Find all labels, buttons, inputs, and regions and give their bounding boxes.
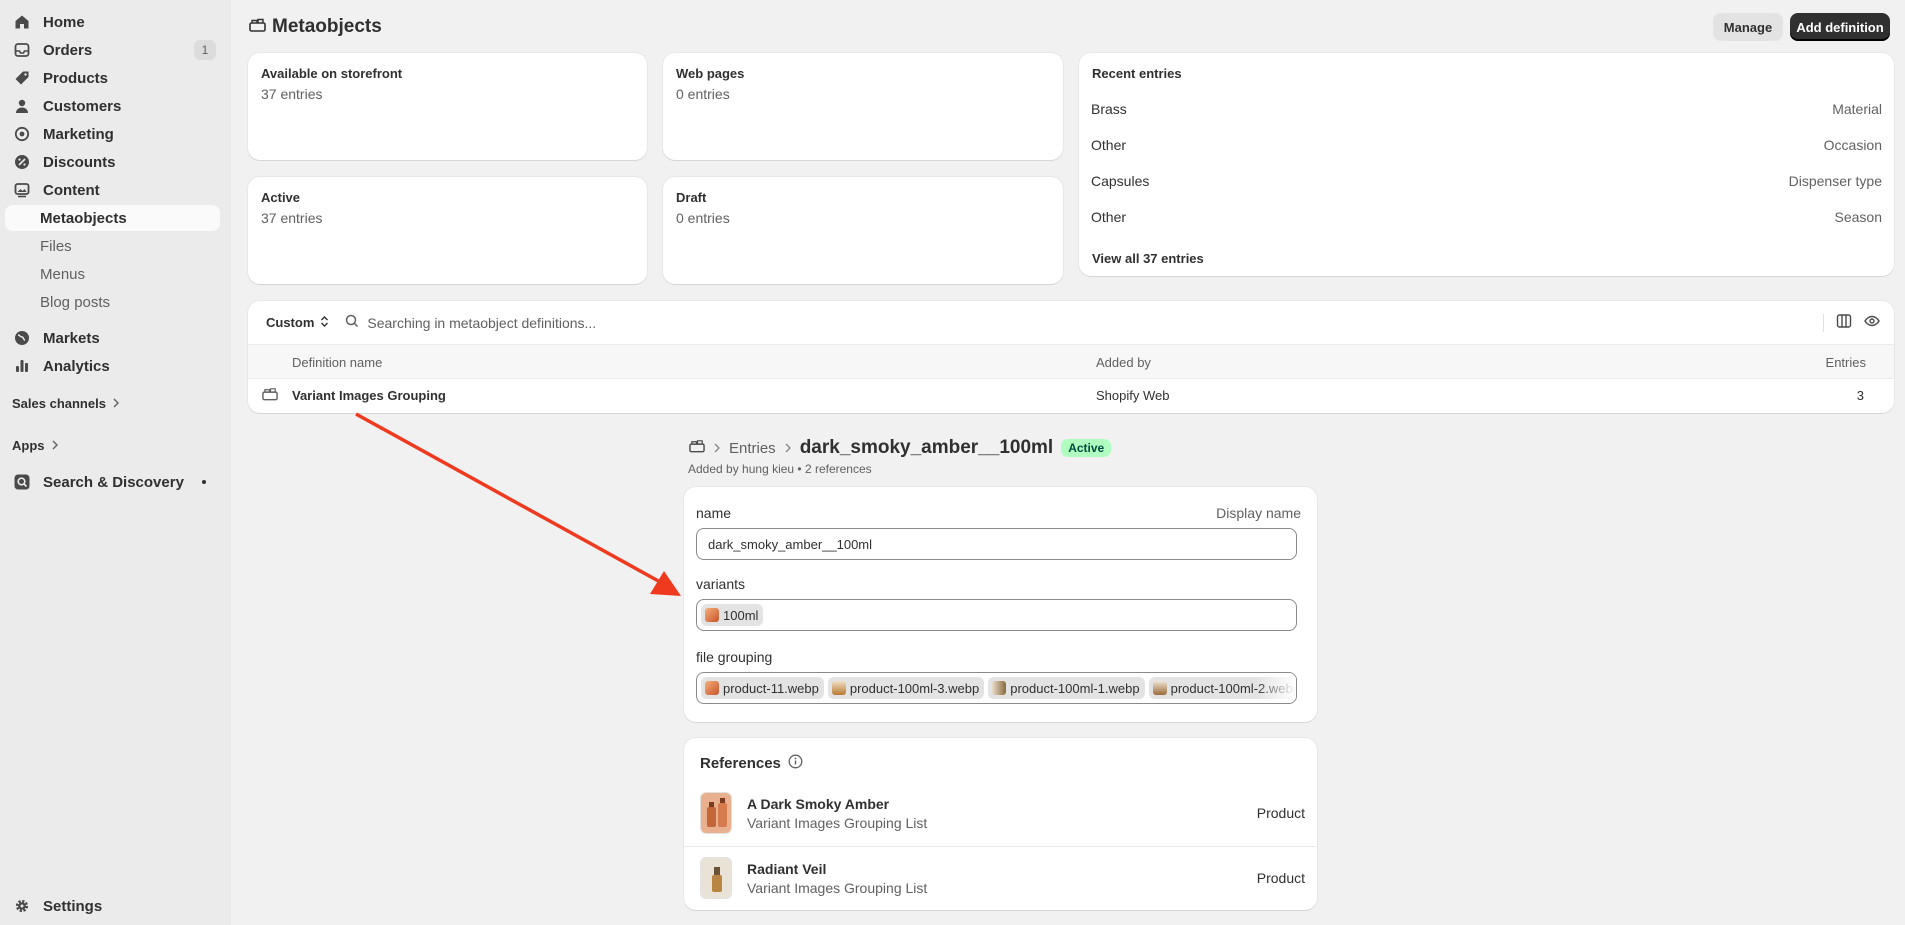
overflow-fade bbox=[1256, 673, 1296, 703]
file-thumbnail bbox=[831, 681, 846, 695]
reference-type: Product bbox=[1256, 805, 1305, 821]
metaobject-icon[interactable] bbox=[689, 439, 705, 457]
reference-text: A Dark Smoky Amber Variant Images Groupi… bbox=[747, 796, 927, 831]
references-title: References bbox=[700, 755, 781, 772]
file-thumbnail bbox=[705, 681, 719, 695]
reference-thumbnail bbox=[700, 857, 732, 899]
chevron-right-icon bbox=[713, 440, 721, 457]
reference-thumbnail bbox=[700, 792, 732, 834]
reference-row[interactable]: Radiant Veil Variant Images Grouping Lis… bbox=[684, 846, 1317, 910]
name-input-value: dark_smoky_amber__100ml bbox=[708, 536, 873, 552]
name-field-label: name bbox=[696, 505, 732, 521]
variant-chip-label: 100ml bbox=[723, 607, 759, 623]
file-grouping-label: file grouping bbox=[696, 649, 773, 665]
entry-meta: Added by hung kieu • 2 references bbox=[688, 462, 872, 476]
references-card: References A Dark Smoky Amber Variant Im… bbox=[684, 738, 1317, 910]
chevron-right-icon bbox=[784, 440, 792, 457]
reference-name: A Dark Smoky Amber bbox=[747, 795, 890, 812]
display-name-hint: Display name bbox=[1216, 505, 1301, 521]
file-chip[interactable]: product-100ml-3.webp bbox=[827, 677, 985, 699]
file-thumbnail bbox=[1152, 681, 1167, 695]
variants-field-label: variants bbox=[696, 576, 746, 592]
file-chip-label: product-11.webp bbox=[723, 680, 819, 696]
file-chip-label: product-100ml-1.webp bbox=[1010, 680, 1140, 696]
file-chip[interactable]: product-11.webp bbox=[701, 677, 824, 699]
file-grouping-input[interactable]: product-11.webp product-100ml-3.webp pro… bbox=[696, 672, 1297, 704]
reference-text: Radiant Veil Variant Images Grouping Lis… bbox=[747, 861, 927, 896]
reference-subtitle: Variant Images Grouping List bbox=[747, 879, 928, 896]
entry-title: dark_smoky_amber__100ml bbox=[799, 437, 1054, 458]
reference-subtitle: Variant Images Grouping List bbox=[747, 814, 928, 831]
variants-input[interactable]: 100ml bbox=[696, 599, 1297, 631]
reference-row[interactable]: A Dark Smoky Amber Variant Images Groupi… bbox=[684, 781, 1317, 845]
info-icon[interactable] bbox=[788, 754, 803, 773]
reference-type: Product bbox=[1256, 870, 1305, 886]
file-chip-label: product-100ml-3.webp bbox=[849, 680, 980, 696]
references-header: References bbox=[700, 754, 803, 773]
breadcrumb: Entries dark_smoky_amber__100ml Active bbox=[689, 437, 1112, 459]
breadcrumb-entries[interactable]: Entries bbox=[729, 440, 776, 457]
file-chip[interactable]: product-100ml-1.webp bbox=[988, 677, 1145, 699]
status-badge: Active bbox=[1061, 439, 1112, 457]
reference-name: Radiant Veil bbox=[747, 860, 827, 877]
entry-fields-card: name Display name dark_smoky_amber__100m… bbox=[684, 487, 1317, 722]
name-input[interactable]: dark_smoky_amber__100ml bbox=[696, 528, 1297, 560]
file-thumbnail bbox=[992, 681, 1007, 695]
variant-thumbnail bbox=[705, 608, 719, 622]
variant-chip[interactable]: 100ml bbox=[701, 604, 764, 626]
